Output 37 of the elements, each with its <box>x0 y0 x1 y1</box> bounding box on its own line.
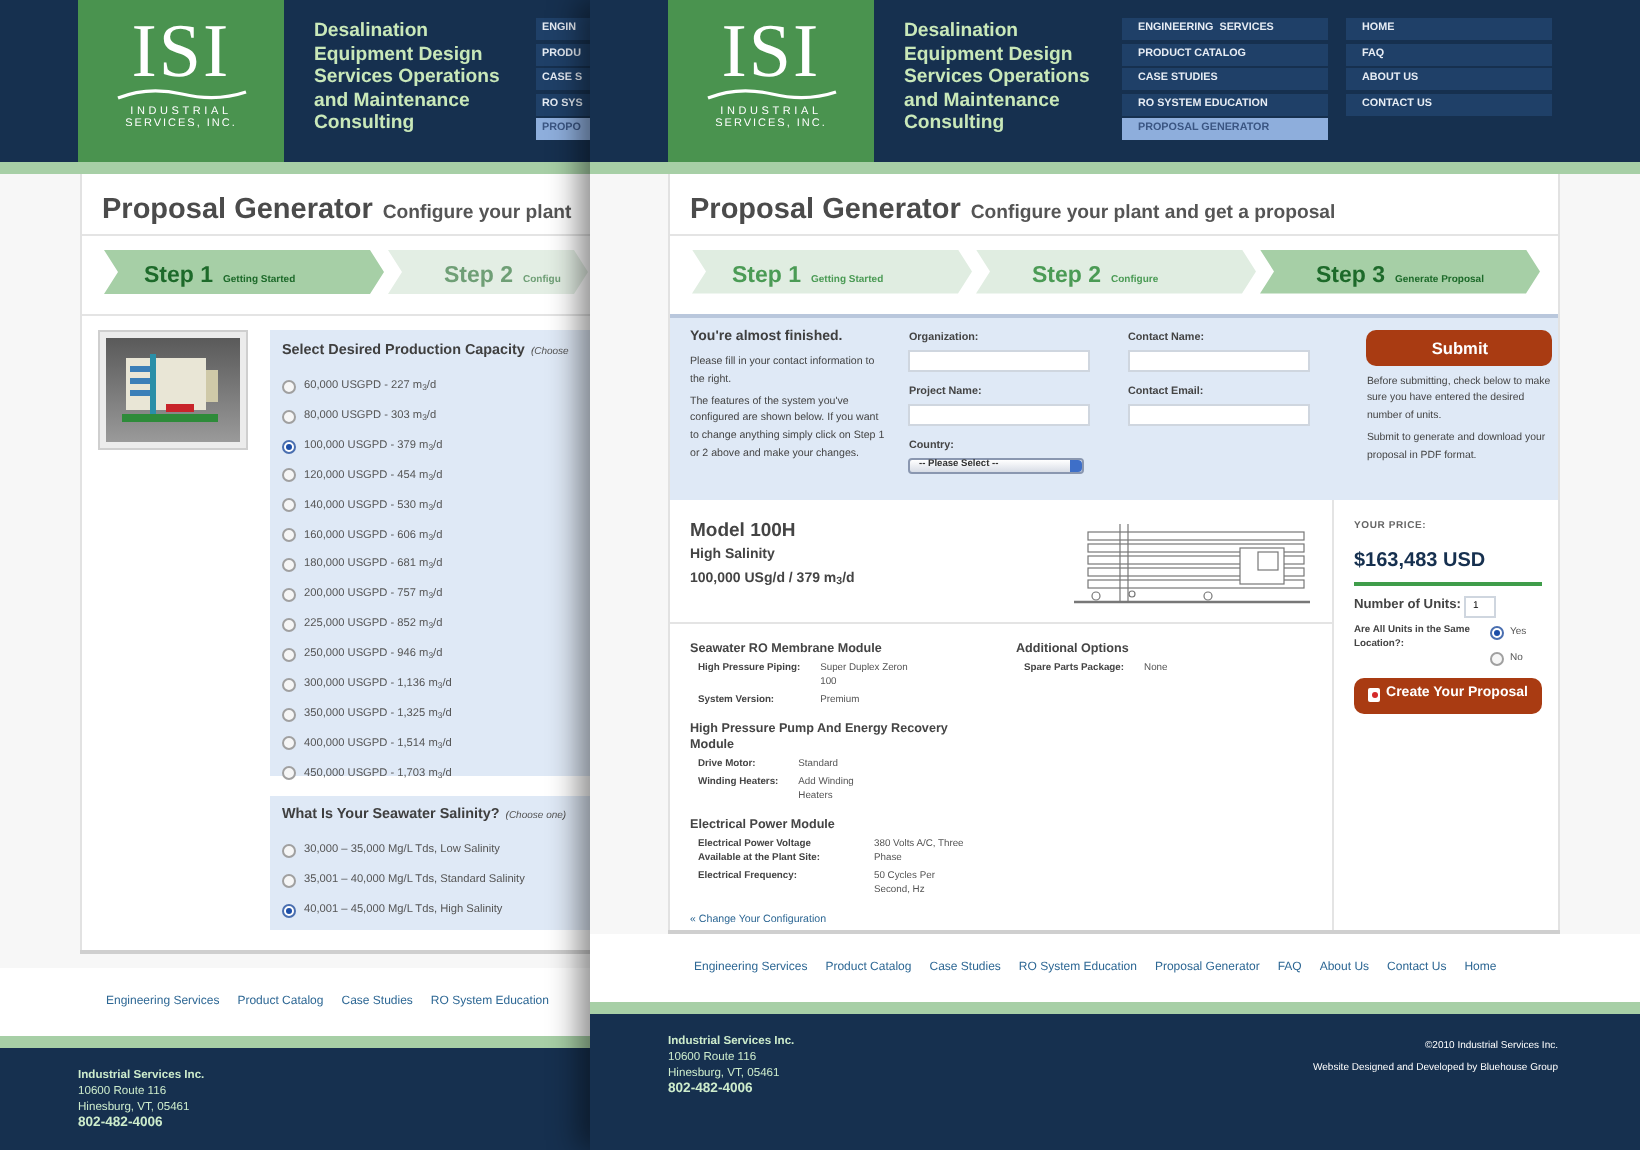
price-amount: $163,483 USD <box>1354 545 1542 586</box>
model-name: Model 100H <box>690 520 798 545</box>
radio-button[interactable] <box>282 707 296 722</box>
radio-button[interactable] <box>282 587 296 602</box>
radio-button[interactable] <box>282 617 296 632</box>
logo-letters: ISI <box>721 18 821 86</box>
radio-button[interactable] <box>282 498 296 513</box>
wave-icon <box>705 86 837 102</box>
submit-button[interactable]: Submit <box>1366 329 1553 366</box>
page-subtitle: Configure your plant <box>382 200 572 228</box>
radio-button[interactable] <box>282 677 296 692</box>
radio-button[interactable] <box>282 439 296 454</box>
radio-button[interactable] <box>282 558 296 573</box>
radio-button[interactable] <box>282 379 296 394</box>
radio-button[interactable] <box>282 873 296 888</box>
radio-button[interactable] <box>282 468 296 483</box>
page-title: Proposal Generator <box>690 192 961 230</box>
radio-button[interactable] <box>1490 625 1504 640</box>
logo-letters: ISI <box>131 18 231 86</box>
radio-button[interactable] <box>282 409 296 424</box>
wave-icon <box>115 86 247 102</box>
tagline: Desalination Equipment Design Services Operations and Maintenance Consulting <box>314 18 502 138</box>
radio-button[interactable] <box>282 843 296 858</box>
page-title: Proposal Generator <box>102 192 373 230</box>
radio-button[interactable] <box>282 528 296 543</box>
radio-button[interactable] <box>282 903 296 918</box>
radio-button[interactable] <box>282 647 296 662</box>
radio-button[interactable] <box>282 766 296 781</box>
text-field[interactable] <box>1127 349 1310 372</box>
page-subtitle: Configure your plant and get a proposal <box>970 200 1336 228</box>
pdf-icon <box>1368 688 1381 703</box>
radio-button[interactable] <box>282 736 296 751</box>
radio-button[interactable] <box>1490 652 1504 667</box>
tagline: Desalination Equipment Design Services Operations and Maintenance Consulting <box>904 18 1092 138</box>
text-field[interactable] <box>908 349 1091 372</box>
text-field[interactable] <box>1127 403 1310 426</box>
text-field[interactable] <box>908 403 1091 426</box>
